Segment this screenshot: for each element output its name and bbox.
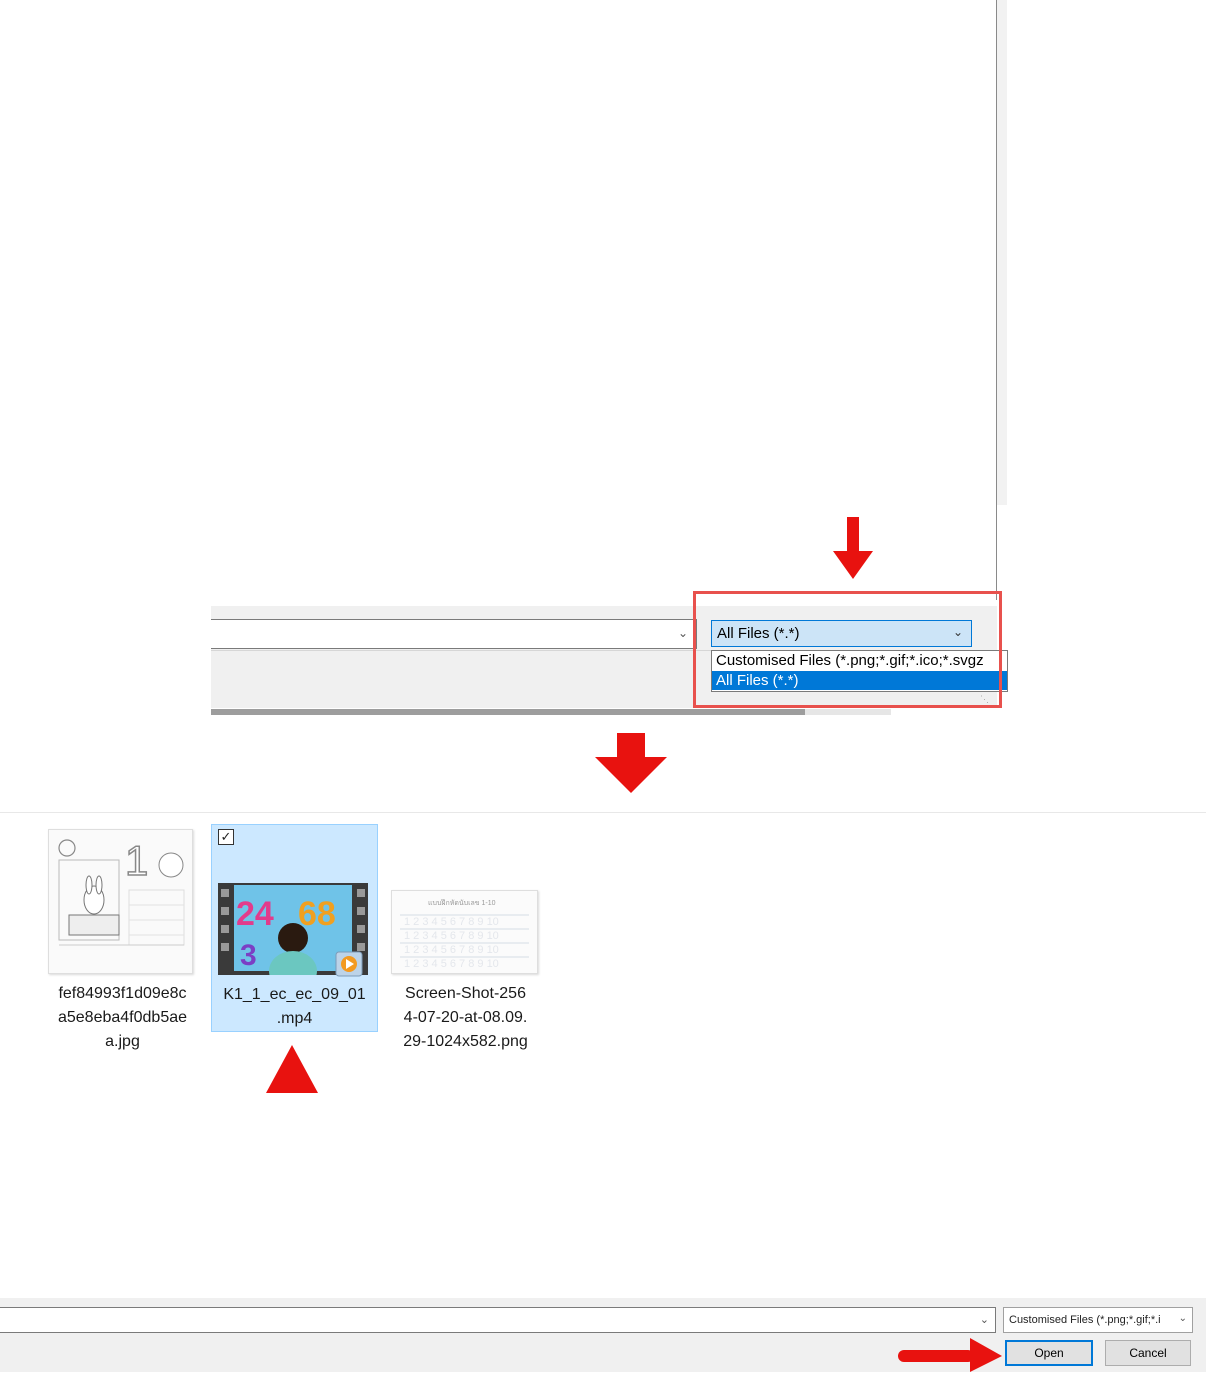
file-name-line: a.jpg <box>105 1033 140 1050</box>
dialog-divider <box>996 0 997 600</box>
file-name: fef84993f1d09e8c a5e8eba4f0db5ae a.jpg <box>40 982 205 1054</box>
svg-text:แบบฝึกหัดนับเลข 1-10: แบบฝึกหัดนับเลข 1-10 <box>428 898 496 907</box>
file-name-line: .mp4 <box>276 1010 313 1027</box>
red-arrow-down-icon <box>595 733 667 798</box>
filename-combo[interactable]: ⌄ <box>211 619 697 649</box>
file-thumbnail-image: แบบฝึกหัดนับเลข 1-10 1 2 3 4 5 6 7 8 9 1… <box>391 890 538 974</box>
svg-text:1 2 3 4 5 6 7 8 9 10: 1 2 3 4 5 6 7 8 9 10 <box>404 958 499 970</box>
list-top-divider <box>0 812 1206 813</box>
svg-text:1 2 3 4 5 6 7 8 9 10: 1 2 3 4 5 6 7 8 9 10 <box>404 930 499 942</box>
svg-text:24: 24 <box>236 895 274 933</box>
svg-text:1: 1 <box>125 837 148 884</box>
checkbox-checked-icon[interactable]: ✓ <box>218 829 234 845</box>
chevron-down-icon[interactable]: ⌄ <box>678 626 688 640</box>
file-name-line: Screen-Shot-256 <box>405 985 526 1002</box>
file-item[interactable]: 1 fef84993f1d09e8c a5e8eba4f0db5ae a.jpg <box>40 824 205 1064</box>
file-thumbnail-image: 1 <box>48 829 193 974</box>
filename-combo[interactable]: ⌄ <box>0 1307 996 1333</box>
file-type-value: Customised Files (*.png;*.gif;*.i <box>1009 1314 1161 1326</box>
file-name-line: 4-07-20-at-08.09. <box>403 1009 528 1026</box>
red-arrow-down-icon <box>833 517 873 586</box>
chevron-down-icon[interactable]: ⌄ <box>1179 1313 1187 1324</box>
file-name: K1_1_ec_ec_09_01 .mp4 <box>211 983 378 1031</box>
svg-text:3: 3 <box>240 939 257 972</box>
annotation-highlight-box <box>693 591 1002 708</box>
horizontal-scrollbar-thumb[interactable] <box>211 709 805 715</box>
cancel-button[interactable]: Cancel <box>1105 1340 1191 1366</box>
file-name-line: fef84993f1d09e8c <box>58 985 187 1002</box>
file-type-select[interactable]: Customised Files (*.png;*.gif;*.i ⌄ <box>1003 1307 1193 1333</box>
svg-text:68: 68 <box>298 895 336 933</box>
media-play-icon <box>334 950 364 983</box>
coloring-page-thumbnail-icon: 1 <box>49 830 192 973</box>
open-button[interactable]: Open <box>1005 1340 1093 1366</box>
svg-text:1 2 3 4 5 6 7 8 9 10: 1 2 3 4 5 6 7 8 9 10 <box>404 916 499 928</box>
chevron-down-icon[interactable]: ⌄ <box>980 1313 989 1326</box>
file-item[interactable]: แบบฝึกหัดนับเลข 1-10 1 2 3 4 5 6 7 8 9 1… <box>383 824 548 1064</box>
file-name-line: a5e8eba4f0db5ae <box>57 1009 188 1026</box>
red-triangle-up-icon <box>266 1045 318 1098</box>
worksheet-thumbnail-icon: แบบฝึกหัดนับเลข 1-10 1 2 3 4 5 6 7 8 9 1… <box>392 891 537 973</box>
red-arrow-right-icon <box>898 1338 1002 1377</box>
svg-text:1 2 3 4 5 6 7 8 9 10: 1 2 3 4 5 6 7 8 9 10 <box>404 944 499 956</box>
file-name-line: K1_1_ec_ec_09_01 <box>223 986 366 1003</box>
dialog-scroll-area <box>997 0 1007 505</box>
file-name: Screen-Shot-256 4-07-20-at-08.09. 29-102… <box>383 982 548 1054</box>
file-name-line: 29-1024x582.png <box>403 1033 528 1050</box>
